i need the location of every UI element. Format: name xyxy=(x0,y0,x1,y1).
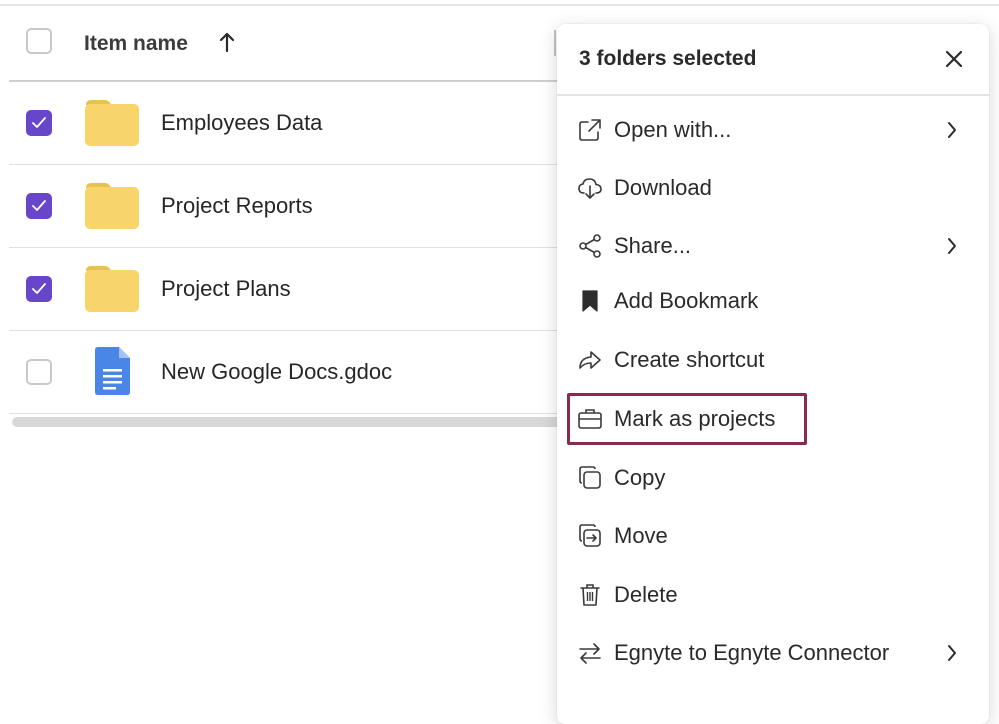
sort-ascending-icon[interactable] xyxy=(218,31,236,53)
file-name[interactable]: New Google Docs.gdoc xyxy=(161,359,392,385)
table-row[interactable]: Project Plans xyxy=(9,248,569,331)
chevron-right-icon xyxy=(948,122,956,138)
bookmark-icon xyxy=(582,290,598,312)
menu-item-download[interactable]: Download xyxy=(557,162,989,214)
row-checkbox[interactable] xyxy=(26,193,52,219)
menu-item-egnyte-connector[interactable]: Egnyte to Egnyte Connector xyxy=(557,627,989,679)
chevron-right-icon xyxy=(948,238,956,254)
menu-item-share[interactable]: Share... xyxy=(557,220,989,272)
folder-icon xyxy=(85,100,139,146)
menu-item-label: Share... xyxy=(614,233,692,258)
menu-item-label: Create shortcut xyxy=(614,347,765,372)
menu-item-label: Add Bookmark xyxy=(614,288,759,313)
file-name[interactable]: Employees Data xyxy=(161,110,322,136)
row-checkbox[interactable] xyxy=(26,110,52,136)
menu-item-label: Move xyxy=(614,523,668,548)
file-list: Item name Employees Data Project Reports xyxy=(0,0,572,711)
column-resize-handle[interactable] xyxy=(554,30,556,56)
move-icon xyxy=(579,524,601,547)
cloud-download-icon xyxy=(578,178,602,199)
menu-item-copy[interactable]: Copy xyxy=(557,452,989,504)
external-link-icon xyxy=(579,119,601,141)
google-docs-icon xyxy=(95,347,130,395)
table-row[interactable]: Project Reports xyxy=(9,165,569,248)
context-menu-header: 3 folders selected xyxy=(557,24,989,96)
select-all-checkbox[interactable] xyxy=(26,28,52,54)
horizontal-scrollbar[interactable] xyxy=(12,417,572,427)
folder-icon xyxy=(85,183,139,229)
menu-item-add-bookmark[interactable]: Add Bookmark xyxy=(557,275,989,327)
column-header-item-name[interactable]: Item name xyxy=(84,32,188,56)
close-icon[interactable] xyxy=(941,46,967,72)
swap-arrows-icon xyxy=(579,643,601,664)
shortcut-arrow-icon xyxy=(579,351,601,369)
row-checkbox[interactable] xyxy=(26,359,52,385)
list-header: Item name xyxy=(9,6,569,82)
copy-icon xyxy=(579,466,601,489)
highlight-annotation-box xyxy=(567,393,807,445)
file-name[interactable]: Project Reports xyxy=(161,193,313,219)
folder-icon xyxy=(85,266,139,312)
share-icon xyxy=(579,234,601,258)
menu-item-label: Download xyxy=(614,175,712,200)
menu-item-move[interactable]: Move xyxy=(557,510,989,562)
table-row[interactable]: Employees Data xyxy=(9,82,569,165)
menu-item-label: Egnyte to Egnyte Connector xyxy=(614,640,890,665)
selection-count-title: 3 folders selected xyxy=(579,47,757,70)
table-row[interactable]: New Google Docs.gdoc xyxy=(9,331,569,414)
row-checkbox[interactable] xyxy=(26,276,52,302)
file-name[interactable]: Project Plans xyxy=(161,276,291,302)
menu-item-create-shortcut[interactable]: Create shortcut xyxy=(557,334,989,386)
menu-item-label: Open with... xyxy=(614,117,732,142)
menu-item-label: Copy xyxy=(614,465,666,490)
menu-item-delete[interactable]: Delete xyxy=(557,569,989,621)
context-menu: 3 folders selected Open with... Download xyxy=(557,24,989,724)
menu-item-label: Delete xyxy=(614,582,678,607)
trash-icon xyxy=(580,584,600,606)
menu-item-open-with[interactable]: Open with... xyxy=(557,104,989,156)
chevron-right-icon xyxy=(948,645,956,661)
